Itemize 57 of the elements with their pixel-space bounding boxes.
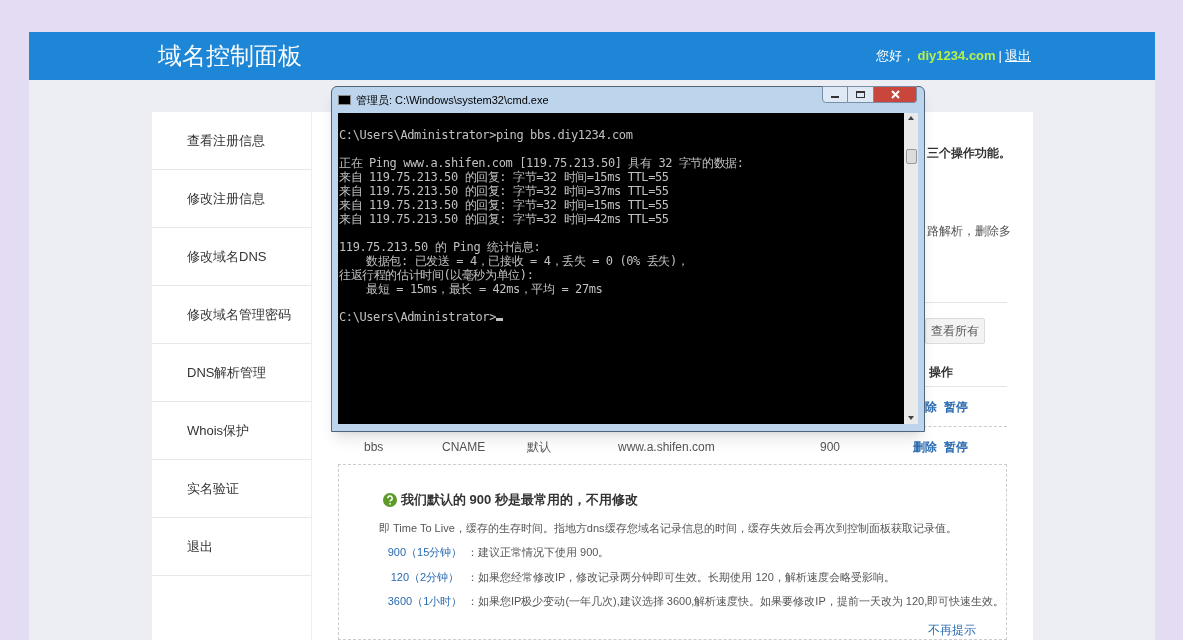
scroll-thumb[interactable] — [905, 149, 917, 164]
sidebar-item[interactable]: 修改域名DNS — [152, 228, 311, 286]
close-icon — [890, 90, 900, 99]
table-cell-text: 900 — [820, 438, 842, 456]
ttl-option-label: 120（2分钟） — [389, 570, 461, 585]
account-name: diy1234.com — [917, 47, 996, 66]
action-link[interactable]: 暂停 — [944, 397, 968, 416]
site-title: 域名控制面板 — [158, 41, 302, 71]
description-text: 三个操作功能。 — [927, 145, 1007, 162]
window-title: 管理员: C:\Windows\system32\cmd.exe — [356, 92, 549, 108]
sidebar-item[interactable]: 退出 — [152, 518, 311, 576]
console-line: 数据包: 已发送 = 4，已接收 = 4，丢失 = 0 (0% 丢失)， — [365, 254, 689, 268]
scroll-up-icon[interactable] — [908, 116, 914, 120]
terminal-icon — [338, 95, 351, 105]
ttl-option-description: ：建议正常情况下使用 900。 — [467, 545, 610, 561]
ttl-option-label: 3600（1小时） — [386, 594, 464, 610]
console-line: 来自 119.75.213.50 的回复: 字节=32 时间=15ms TTL=55 — [339, 170, 669, 184]
dismiss-link[interactable]: 不再提示 — [928, 621, 976, 639]
sidebar-item[interactable]: Whois保护 — [152, 402, 311, 460]
sidebar-item[interactable]: 实名验证 — [152, 460, 311, 518]
ttl-option-label: 900（15分钟） — [386, 545, 464, 561]
console-line: 来自 119.75.213.50 的回复: 字节=32 时间=42ms TTL=55 — [339, 212, 669, 226]
tip-title: 我们默认的 900 秒是最常用的，不用修改 — [401, 491, 638, 510]
action-link[interactable]: 暂停 — [944, 437, 968, 456]
console-line: 最短 = 15ms，最长 = 42ms，平均 = 27ms — [365, 282, 603, 296]
console-line: 119.75.213.50 的 Ping 统计信息: — [339, 240, 541, 254]
console-line: C:\Users\Administrator> — [339, 310, 496, 324]
ttl-option-description: ：如果您IP极少变动(一年几次),建议选择 3600,解析速度快。如果要修改IP，提前一天改为 120,即可快速生效。 — [467, 594, 1005, 610]
console-line: 往返行程的估计时间(以毫秒为单位): — [339, 268, 534, 282]
close-button[interactable] — [874, 86, 917, 103]
maximize-button[interactable] — [848, 86, 874, 103]
greeting-text: 您好， — [875, 47, 915, 66]
table-cell-text: 默认 — [527, 438, 552, 456]
action-link[interactable]: 删除 — [913, 437, 937, 456]
table-cell-text: www.a.shifen.com — [618, 438, 716, 456]
minimize-button[interactable] — [822, 86, 848, 103]
text-cursor — [495, 318, 503, 321]
sidebar-item[interactable]: 修改域名管理密码 — [152, 286, 311, 344]
console-line: 来自 119.75.213.50 的回复: 字节=32 时间=37ms TTL=55 — [339, 184, 669, 198]
action-link[interactable]: 除 — [925, 397, 937, 416]
column-header: 操作 — [929, 364, 953, 382]
view-all-button[interactable]: 查看所有 — [925, 317, 985, 344]
sidebar-item[interactable]: 修改注册信息 — [152, 170, 311, 228]
question-icon — [383, 493, 397, 508]
ttl-option-description: ：如果您经常修改IP，修改记录两分钟即可生效。长期使用 120，解析速度会略受影响。 — [467, 570, 895, 585]
separator-text: | — [998, 47, 1002, 66]
console-line: C:\Users\Administrator>ping bbs.diy1234.com — [339, 128, 633, 142]
table-cell-text: CNAME — [442, 438, 487, 456]
scrollbar[interactable] — [904, 113, 918, 424]
sidebar-item[interactable]: DNS解析管理 — [152, 344, 311, 402]
sidebar-item[interactable]: 查看注册信息 — [152, 112, 311, 170]
logout-link[interactable]: 退出 — [1005, 46, 1031, 66]
console-line: 来自 119.75.213.50 的回复: 字节=32 时间=15ms TTL=55 — [339, 198, 669, 212]
console-line: 正在 Ping www.a.shifen.com [119.75.213.50] 具有 32 字节的数据: — [339, 156, 744, 170]
table-cell-text: bbs — [364, 438, 385, 456]
tip-description: 即 Time To Live，缓存的生存时间。指地方dns缓存您域名记录信息的时间，缓存失效后会再次到控制面板获取记录值。 — [379, 521, 958, 536]
scroll-down-icon[interactable] — [908, 416, 914, 420]
